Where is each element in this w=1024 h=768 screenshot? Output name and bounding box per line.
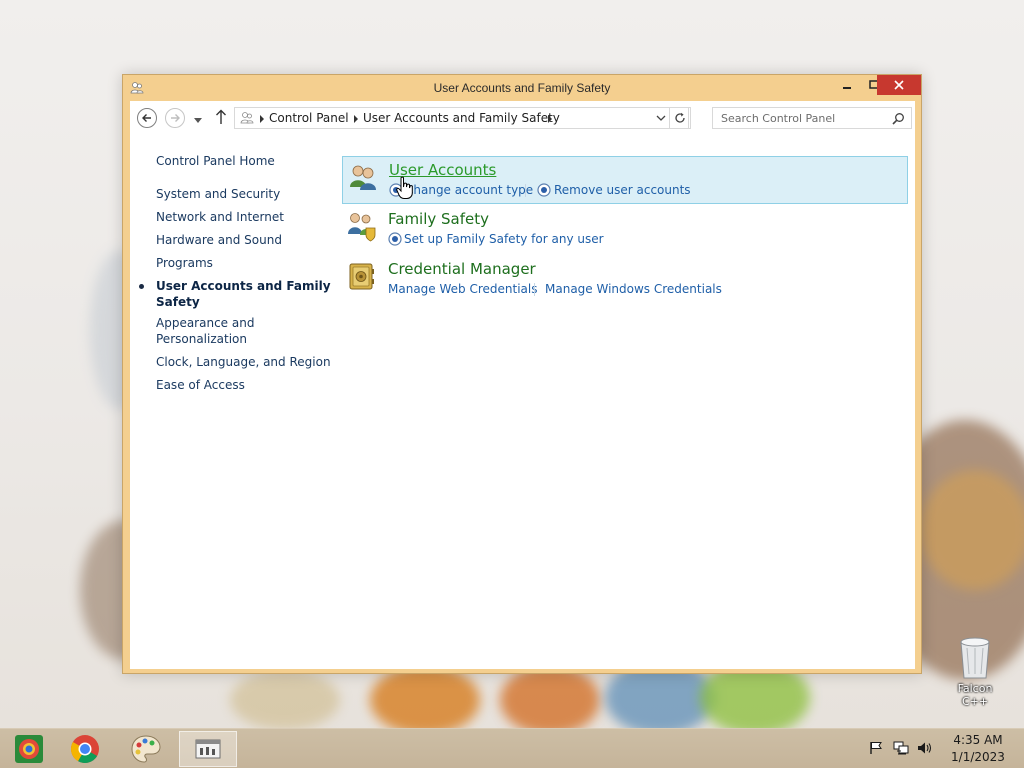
remove-user-accounts-link[interactable]: Remove user accounts [554,183,691,197]
forward-button[interactable] [165,108,185,128]
recycle-bin-label: Falcon C++ [957,682,993,708]
chevron-down-icon [194,118,202,123]
refresh-button[interactable] [669,107,691,129]
navigation-toolbar: Control Panel User Accounts and Family S… [130,101,915,135]
sidebar-item-label: Personalization [156,332,247,346]
close-icon [894,80,904,90]
sidebar-item-label: User Accounts and Family [156,279,331,293]
category-title-family-safety[interactable]: Family Safety [388,210,489,228]
link-separator [525,184,526,197]
clock-time[interactable]: 4:35 AM [938,733,1018,747]
users-icon [350,165,376,190]
control-panel-window: User Accounts and Family Safety Control … [122,74,922,674]
set-up-family-safety-link[interactable]: Set up Family Safety for any user [404,232,604,246]
family-safety-icon [348,213,376,242]
sidebar-item-system-and-security[interactable]: System and Security [156,186,280,202]
address-bar[interactable]: Control Panel User Accounts and Family S… [234,107,689,129]
sidebar-item-label: Safety [156,295,200,309]
network-icon[interactable] [893,741,909,755]
back-button[interactable] [137,108,157,128]
chevron-down-icon [656,115,666,121]
manage-web-credentials-link[interactable]: Manage Web Credentials [388,282,537,296]
current-item-bullet [139,284,144,289]
sidebar-item-label: Appearance and [156,316,255,330]
breadcrumb-separator[interactable] [548,115,552,123]
app-icon-1 [15,735,43,763]
up-arrow-icon [216,109,226,124]
title-bar[interactable]: User Accounts and Family Safety [123,75,921,101]
vault-icon [349,263,374,290]
taskbar-control-panel[interactable] [179,731,237,767]
close-button[interactable] [877,75,921,95]
breadcrumb-control-panel[interactable]: Control Panel [269,111,349,125]
taskbar-app-1[interactable] [0,731,58,767]
change-account-type-link[interactable]: Change account type [405,183,533,197]
address-dropdown-button[interactable] [651,107,671,129]
hand-cursor-icon [396,176,413,199]
taskbar: 4:35 AM 1/1/2023 [0,728,1024,768]
refresh-icon [675,112,685,123]
control-panel-icon [195,739,221,759]
sidebar-item-programs[interactable]: Programs [156,255,213,271]
sidebar-item-appearance[interactable]: Appearance and Personalization [156,315,254,347]
sidebar-item-clock-language-region[interactable]: Clock, Language, and Region [156,354,331,370]
sidebar-item-ease-of-access[interactable]: Ease of Access [156,377,245,393]
shield-icon [388,232,402,246]
category-credential-manager[interactable]: Credential Manager Manage Web Credential… [342,256,908,304]
minimize-icon [843,87,851,89]
clock-date[interactable]: 1/1/2023 [938,750,1018,764]
chrome-icon [71,735,99,763]
action-center-flag-icon[interactable] [869,741,883,755]
window-title: User Accounts and Family Safety [433,81,611,95]
sidebar-item-hardware-and-sound[interactable]: Hardware and Sound [156,232,282,248]
sidebar-control-panel-home[interactable]: Control Panel Home [156,153,275,169]
category-family-safety[interactable]: Family Safety Set up Family Safety for a… [342,206,908,254]
category-user-accounts[interactable]: User Accounts Change account type Remove… [342,156,908,204]
up-button[interactable] [215,109,227,128]
taskbar-chrome[interactable] [56,731,114,767]
taskbar-paint[interactable] [117,731,175,767]
paint-palette-icon [131,735,161,763]
volume-icon[interactable] [917,741,933,755]
sidebar-item-network-and-internet[interactable]: Network and Internet [156,209,284,225]
category-title-credential-manager[interactable]: Credential Manager [388,260,536,278]
recycle-bin-icon [960,637,990,679]
search-icon[interactable] [892,112,905,125]
forward-arrow-icon [171,114,180,122]
breadcrumb-separator[interactable] [260,115,264,123]
shield-icon [537,183,551,197]
search-placeholder: Search Control Panel [721,112,836,125]
recent-locations-button[interactable] [194,113,202,127]
manage-windows-credentials-link[interactable]: Manage Windows Credentials [545,282,722,296]
users-small-icon [240,112,254,124]
search-input[interactable]: Search Control Panel [712,107,912,129]
back-arrow-icon [142,114,151,122]
breadcrumb-separator[interactable] [354,115,358,123]
sidebar-item-user-accounts: User Accounts and Family Safety [156,278,331,310]
minimize-button[interactable] [833,75,861,95]
content-area: Control Panel Home System and Security N… [130,135,915,669]
link-separator [534,283,535,296]
breadcrumb-user-accounts[interactable]: User Accounts and Family Safety [363,111,560,125]
